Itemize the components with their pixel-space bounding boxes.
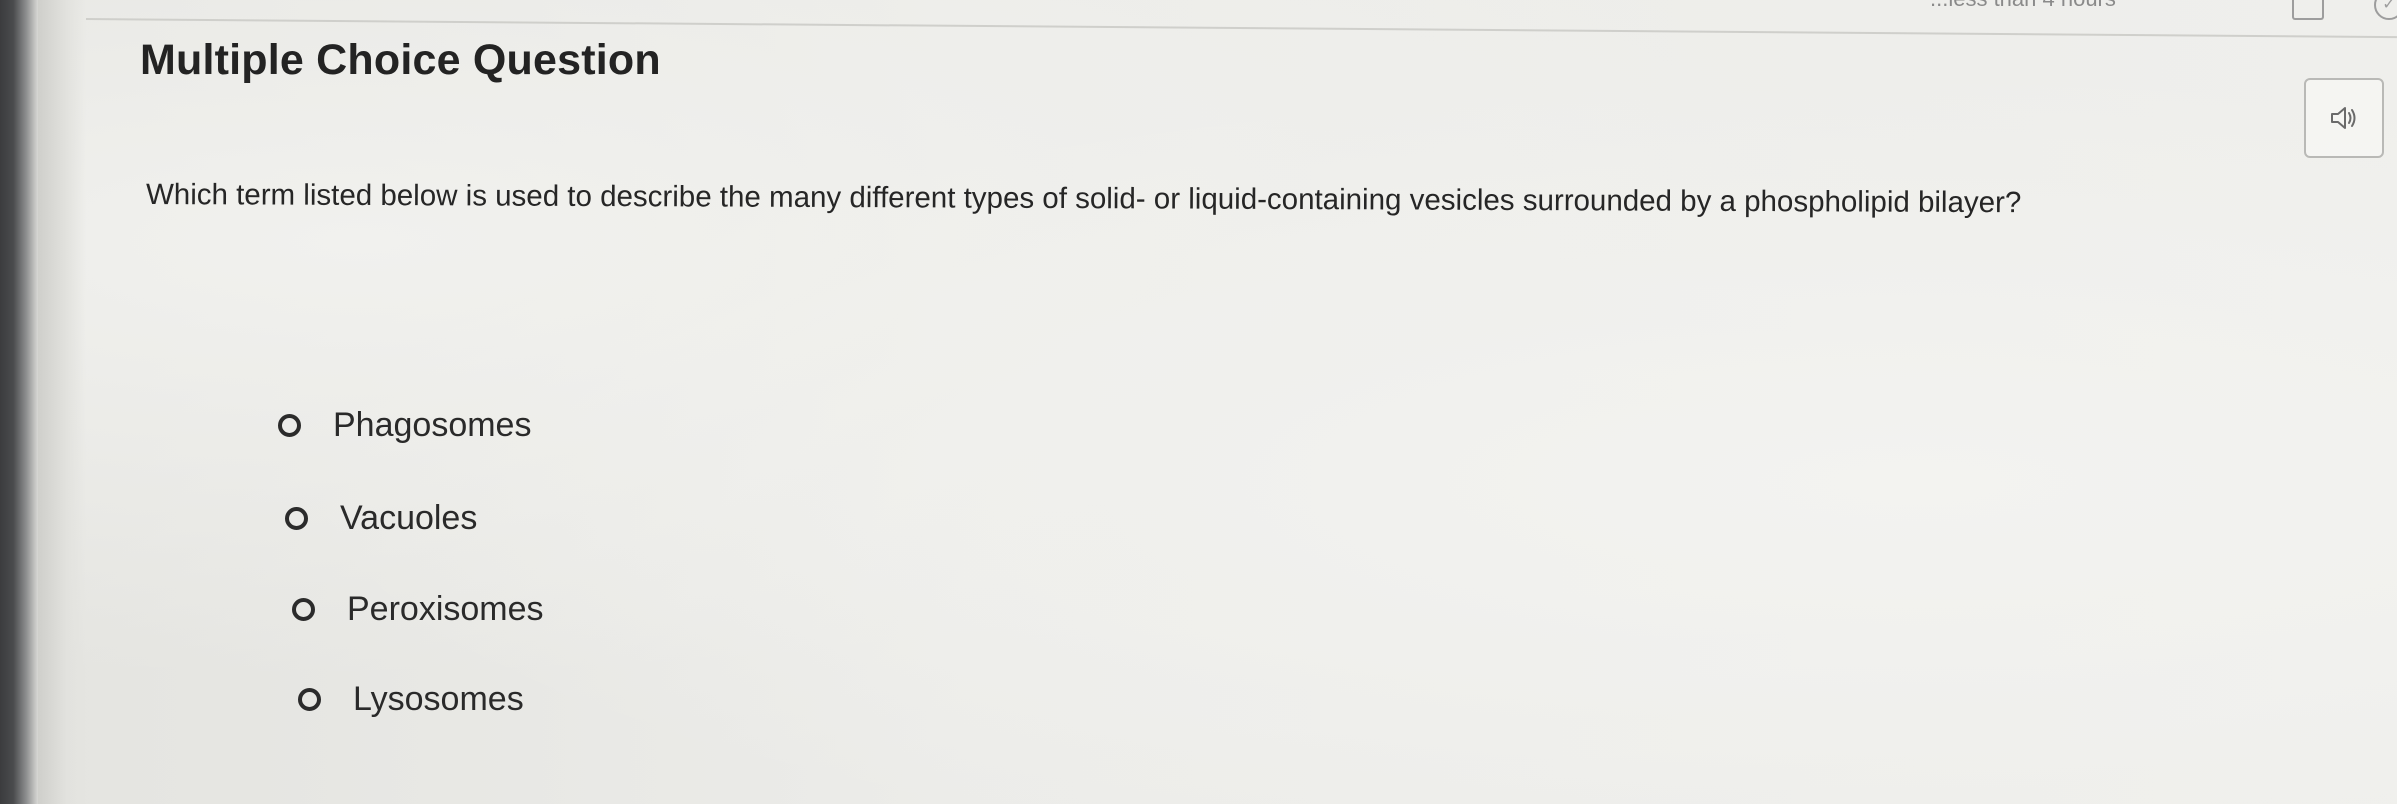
page-title: Multiple Choice Question: [140, 36, 661, 84]
choice-lysosomes[interactable]: Lysosomes: [298, 680, 524, 719]
radio-button[interactable]: [298, 688, 321, 711]
choice-label: Phagosomes: [333, 406, 532, 444]
screen-edge-shadow: [38, 0, 86, 804]
monitor-bezel: [0, 0, 38, 804]
read-aloud-button[interactable]: [2304, 78, 2384, 158]
choice-label: Peroxisomes: [347, 590, 544, 628]
choice-peroxisomes[interactable]: Peroxisomes: [292, 590, 544, 629]
choice-phagosomes[interactable]: Phagosomes: [278, 406, 531, 445]
radio-button[interactable]: [292, 598, 315, 621]
time-remaining-text: ...less than 4 hours: [1930, 0, 2116, 12]
choice-label: Vacuoles: [340, 499, 478, 537]
calculator-icon[interactable]: [2292, 0, 2324, 20]
choice-vacuoles[interactable]: Vacuoles: [285, 499, 477, 538]
radio-button[interactable]: [278, 414, 301, 437]
radio-button[interactable]: [285, 507, 308, 530]
speaker-icon: [2331, 107, 2356, 129]
choice-label: Lysosomes: [353, 680, 524, 718]
